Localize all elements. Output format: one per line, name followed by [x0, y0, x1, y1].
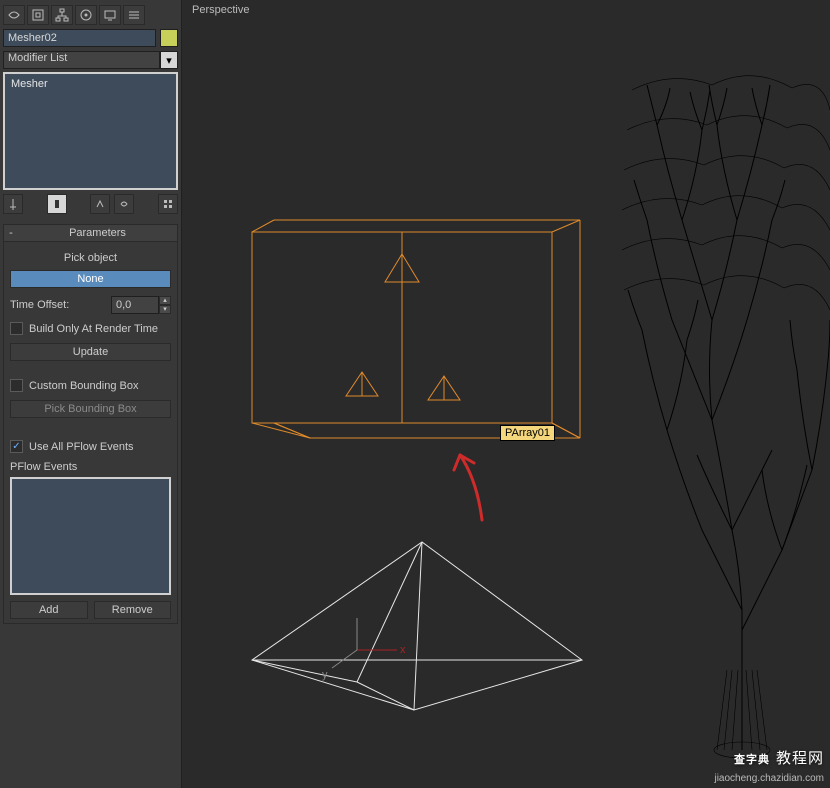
custom-bb-label: Custom Bounding Box [29, 380, 138, 392]
dropdown-arrow-icon[interactable]: ▾ [160, 51, 178, 69]
custom-bb-row[interactable]: Custom Bounding Box [10, 379, 171, 392]
object-name-row [3, 29, 178, 47]
tab-hierarchy-icon[interactable] [51, 5, 73, 25]
use-all-pflow-row[interactable]: Use All PFlow Events [10, 440, 171, 453]
tab-motion-icon[interactable] [75, 5, 97, 25]
watermark-url: jiaocheng.chazidian.com [714, 773, 824, 784]
svg-text:y: y [322, 669, 328, 681]
pick-object-label: Pick object [10, 248, 171, 270]
remove-button[interactable]: Remove [94, 601, 172, 619]
watermark: 查字典教程网 [734, 742, 824, 770]
build-render-only-label: Build Only At Render Time [29, 323, 158, 335]
rollout-title: Parameters [18, 227, 177, 239]
modifier-stack-toolbar [3, 194, 178, 214]
tab-create-icon[interactable] [3, 5, 25, 25]
custom-bb-checkbox[interactable] [10, 379, 23, 392]
build-render-only-checkbox[interactable] [10, 322, 23, 335]
pick-object-button[interactable]: None [10, 270, 171, 288]
use-all-pflow-checkbox[interactable] [10, 440, 23, 453]
tab-display-icon[interactable] [99, 5, 121, 25]
spinner-down-icon[interactable]: ▾ [159, 305, 171, 314]
modifier-stack-item[interactable]: Mesher [11, 78, 170, 90]
pflow-events-label: PFlow Events [10, 461, 171, 473]
remove-modifier-icon[interactable] [114, 194, 134, 214]
show-end-result-icon[interactable] [47, 194, 67, 214]
rollout-header[interactable]: - Parameters [3, 224, 178, 242]
add-button[interactable]: Add [10, 601, 88, 619]
object-name-field[interactable] [3, 29, 156, 47]
svg-text:x: x [400, 644, 406, 656]
time-offset-row: Time Offset: ▴▾ [10, 296, 171, 314]
parameters-rollout: - Parameters Pick object None Time Offse… [3, 224, 178, 624]
add-remove-row: Add Remove [10, 601, 171, 619]
viewport[interactable]: Perspective [182, 0, 830, 788]
spinner-up-icon[interactable]: ▴ [159, 296, 171, 305]
use-all-pflow-label: Use All PFlow Events [29, 441, 134, 453]
object-color-swatch[interactable] [160, 29, 178, 47]
time-offset-label: Time Offset: [10, 299, 69, 311]
panel-tab-row [3, 3, 178, 29]
time-offset-spinner[interactable]: ▴▾ [111, 296, 171, 314]
tab-modify-icon[interactable] [27, 5, 49, 25]
rollout-collapse-icon: - [4, 227, 18, 239]
viewport-scene: x y [182, 0, 830, 788]
build-render-only-row[interactable]: Build Only At Render Time [10, 322, 171, 335]
selection-tooltip: PArray01 [500, 425, 555, 441]
pin-stack-icon[interactable] [3, 194, 23, 214]
time-offset-input[interactable] [111, 296, 159, 314]
update-button[interactable]: Update [10, 343, 171, 361]
rollout-body: Pick object None Time Offset: ▴▾ Build O… [3, 242, 178, 624]
command-panel: Modifier List ▾ Mesher - Parameters Pick… [0, 0, 182, 788]
modifier-list-row: Modifier List ▾ [3, 51, 178, 69]
configure-sets-icon[interactable] [158, 194, 178, 214]
pick-bb-button: Pick Bounding Box [10, 400, 171, 418]
make-unique-icon[interactable] [90, 194, 110, 214]
tab-utilities-icon[interactable] [123, 5, 145, 25]
modifier-stack[interactable]: Mesher [3, 72, 178, 190]
modifier-list-dropdown[interactable]: Modifier List [3, 51, 160, 69]
pflow-events-listbox[interactable] [10, 477, 171, 595]
